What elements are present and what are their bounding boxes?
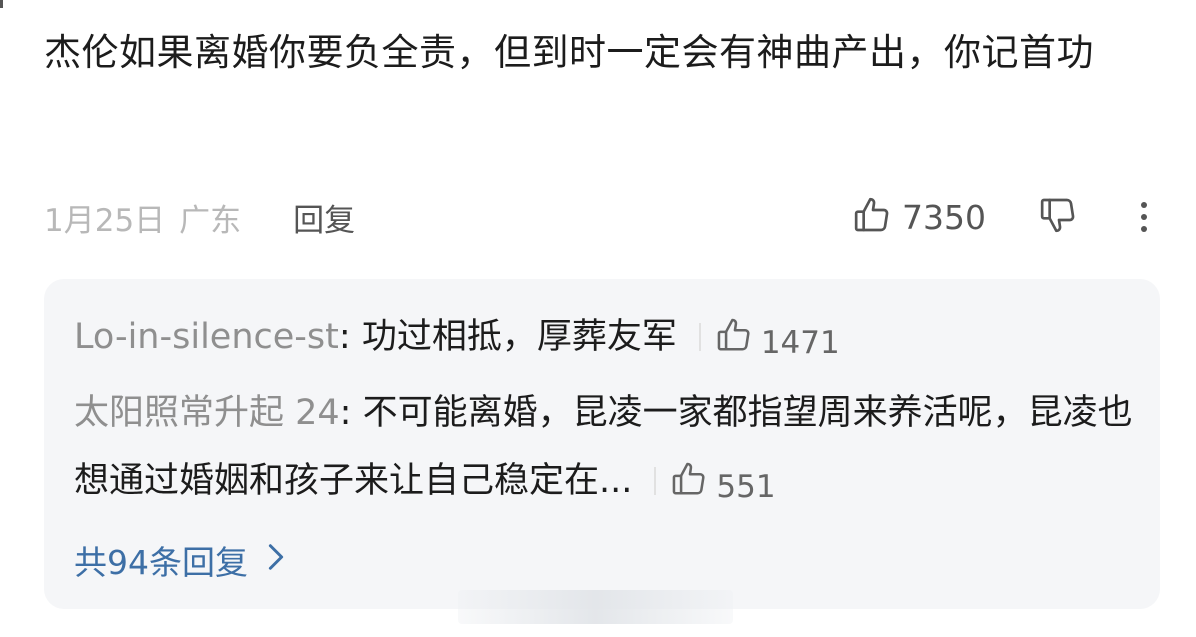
more-vertical-icon-dot <box>1141 214 1147 220</box>
more-vertical-icon-dot <box>1141 202 1147 208</box>
top-left-fragment <box>0 0 3 8</box>
thumbs-down-icon <box>1038 195 1078 239</box>
thumbs-up-icon <box>715 309 753 377</box>
reply-item: Lo-in-silence-st: 功过相抵，厚葬友军 1471 <box>74 303 1134 377</box>
reply-colon: : <box>339 393 363 433</box>
comment-text: 杰伦如果离婚你要负全责，但到时一定会有神曲产出，你记首功 <box>44 31 1094 74</box>
replies-container: Lo-in-silence-st: 功过相抵，厚葬友军 1471 太阳照常升起 2… <box>44 279 1160 609</box>
reply-item: 太阳照常升起 24: 不可能离婚，昆凌一家都指望周来养活呢，昆凌也想通过婚姻和孩… <box>74 379 1134 521</box>
chevron-right-icon <box>248 541 286 580</box>
reply-like-count: 1471 <box>760 325 840 361</box>
like-button[interactable]: 7350 <box>852 195 986 239</box>
reply-divider <box>654 467 657 495</box>
reply-colon: : <box>338 317 362 357</box>
comment-date: 1月25日 <box>44 202 166 239</box>
reply-like-button[interactable]: 1471 <box>715 309 840 377</box>
more-replies-label: 共94条回复 <box>74 543 248 582</box>
comment-actions: 7350 <box>852 192 1154 242</box>
reply-divider <box>698 323 701 351</box>
thumbs-up-icon <box>852 195 892 239</box>
reply-button[interactable]: 回复 <box>293 195 355 240</box>
reply-username[interactable]: 太阳照常升起 24 <box>74 393 340 433</box>
view-all-replies-link[interactable]: 共94条回复 <box>74 535 286 585</box>
like-count: 7350 <box>902 197 986 237</box>
watermark <box>458 590 733 624</box>
comment-location: 广东 <box>179 202 242 239</box>
more-options-button[interactable] <box>1134 199 1154 235</box>
reply-username[interactable]: Lo-in-silence-st <box>74 317 339 357</box>
thumbs-up-icon <box>670 453 708 521</box>
more-vertical-icon-dot <box>1141 226 1147 232</box>
reply-like-count: 551 <box>716 469 776 505</box>
dislike-button[interactable] <box>1038 195 1078 239</box>
comment-meta-row: 1月25日 广东 回复 7350 <box>44 192 1154 242</box>
reply-text: 功过相抵，厚葬友军 <box>361 317 677 357</box>
reply-like-button[interactable]: 551 <box>670 453 776 521</box>
